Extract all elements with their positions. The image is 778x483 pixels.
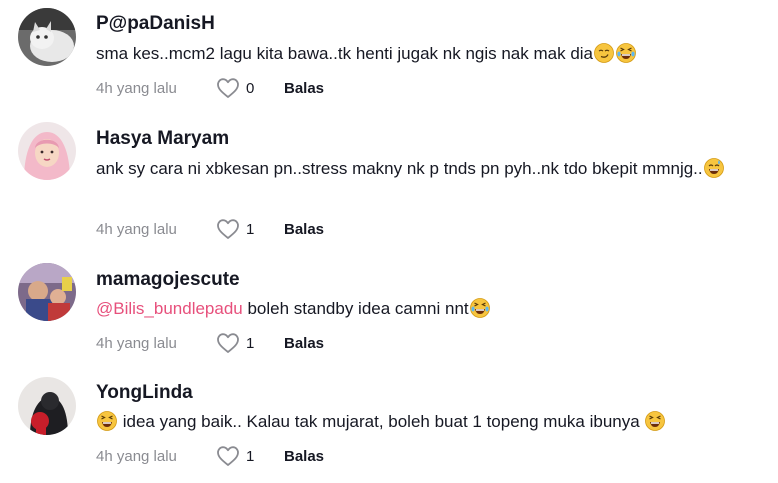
like-count: 0	[246, 79, 255, 97]
timestamp: 4h yang lalu	[96, 447, 177, 465]
reply-button[interactable]: Balas	[284, 335, 324, 352]
mention-link[interactable]: @Bilis_bundlepadu	[96, 299, 243, 318]
grinning-squint-emoji-icon	[97, 411, 117, 431]
timestamp: 4h yang lalu	[96, 220, 177, 238]
username[interactable]: YongLinda	[96, 382, 193, 404]
heart-outline-icon	[217, 446, 239, 466]
comment-text: @Bilis_bundlepadu boleh standby idea cam…	[96, 295, 736, 323]
heart-outline-icon	[217, 219, 239, 239]
timestamp: 4h yang lalu	[96, 79, 177, 97]
reply-button[interactable]: Balas	[284, 448, 324, 465]
comment-meta: 4h yang lalu 1 Balas	[96, 444, 324, 468]
comment-meta: 4h yang lalu 1 Balas	[96, 331, 324, 355]
comment-text: sma kes..mcm2 lagu kita bawa..tk henti j…	[96, 40, 736, 68]
comment-body: boleh standby idea camni nnt	[242, 299, 469, 318]
username[interactable]: mamagojescute	[96, 269, 240, 291]
like-count: 1	[246, 447, 255, 465]
avatar[interactable]	[18, 377, 76, 435]
comment-meta: 4h yang lalu 1 Balas	[96, 217, 324, 241]
like-button[interactable]: 0	[216, 77, 270, 99]
timestamp: 4h yang lalu	[96, 334, 177, 352]
like-count: 1	[246, 220, 255, 238]
smirk-emoji-icon	[594, 43, 614, 63]
laughing-tears-emoji-icon	[616, 43, 636, 63]
heart-outline-icon	[217, 78, 239, 98]
avatar[interactable]	[18, 122, 76, 180]
like-button[interactable]: 1	[216, 218, 270, 240]
grinning-squint-emoji-icon	[645, 411, 666, 431]
laughing-tears-emoji-icon	[469, 298, 490, 318]
comment-body: sma kes..mcm2 lagu kita bawa..tk henti j…	[96, 44, 594, 63]
avatar[interactable]	[18, 8, 76, 66]
username[interactable]: P@paDanisH	[96, 13, 215, 35]
reply-button[interactable]: Balas	[284, 80, 324, 97]
like-button[interactable]: 1	[216, 445, 270, 467]
reply-button[interactable]: Balas	[284, 221, 324, 238]
comment-meta: 4h yang lalu 0 Balas	[96, 76, 324, 100]
like-button[interactable]: 1	[216, 332, 270, 354]
heart-outline-icon	[217, 333, 239, 353]
username[interactable]: Hasya Maryam	[96, 128, 229, 150]
comment-body: ank sy cara ni xbkesan pn..stress makny …	[96, 159, 703, 178]
comment-text: idea yang baik.. Kalau tak mujarat, bole…	[96, 408, 736, 436]
comment-body: idea yang baik.. Kalau tak mujarat, bole…	[118, 412, 645, 431]
sweat-smile-emoji-icon	[703, 158, 724, 178]
avatar[interactable]	[18, 263, 76, 321]
like-count: 1	[246, 334, 255, 352]
comment-text: ank sy cara ni xbkesan pn..stress makny …	[96, 155, 726, 183]
